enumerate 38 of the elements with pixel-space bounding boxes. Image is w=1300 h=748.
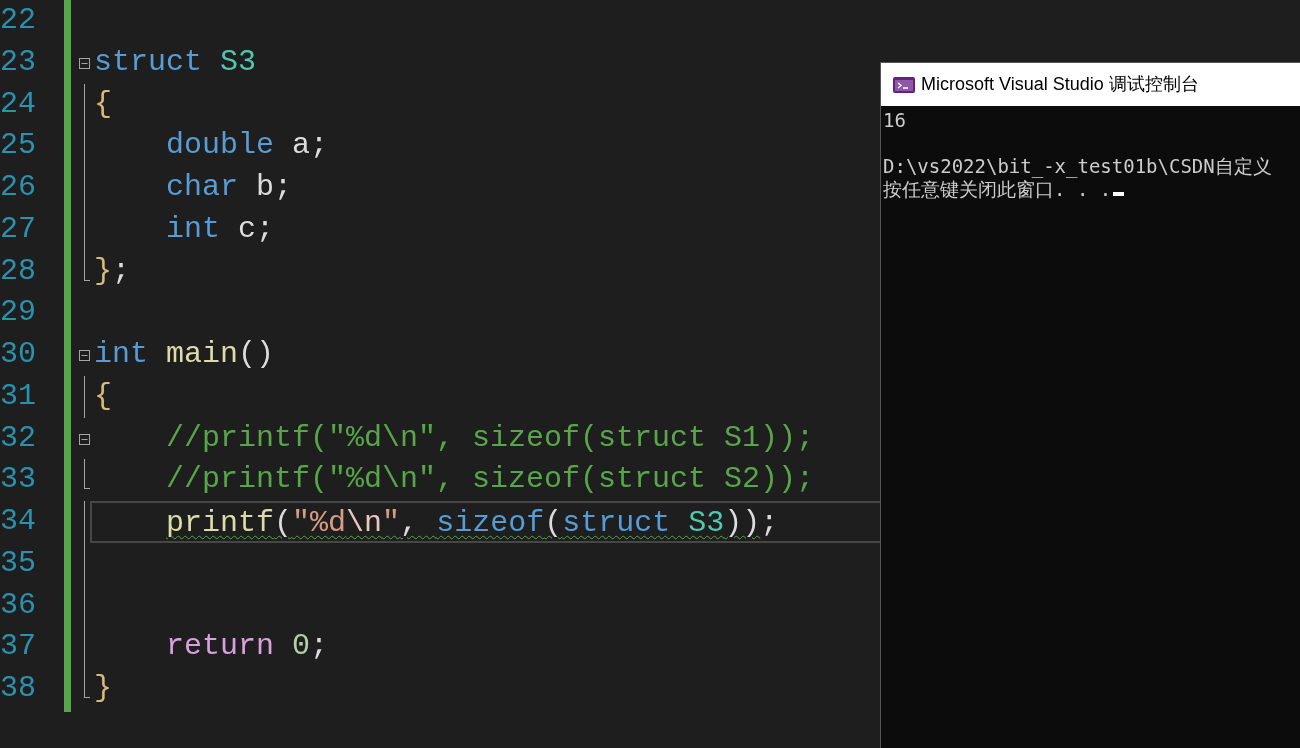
- line-number: 35: [0, 544, 36, 582]
- collapse-icon[interactable]: [78, 57, 90, 69]
- line-number: 26: [0, 169, 36, 206]
- code-line: {: [94, 86, 112, 121]
- line-number: 38: [0, 670, 36, 707]
- line-number: 36: [0, 586, 36, 624]
- code-line: }: [94, 671, 112, 705]
- code-line: printf("%d\n", sizeof(struct S3));: [165, 506, 779, 540]
- line-number: 27: [0, 210, 36, 248]
- collapse-icon[interactable]: [78, 433, 90, 445]
- console-icon: [893, 76, 915, 93]
- line-number: 37: [0, 628, 36, 666]
- line-number: 22: [0, 2, 36, 39]
- line-number: 33: [0, 461, 36, 499]
- code-line: int c;: [165, 211, 275, 246]
- window-title: Microsoft Visual Studio 调试控制台: [921, 73, 1199, 96]
- line-number: 29: [0, 294, 36, 332]
- line-number: 30: [0, 336, 36, 373]
- line-number: 34: [0, 503, 36, 540]
- console-output: D:\vs2022\bit_-x_test01b\CSDN自定义: [883, 155, 1272, 177]
- collapse-icon[interactable]: [78, 350, 90, 361]
- code-line: //printf("%d\n", sizeof(struct S2));: [165, 462, 815, 497]
- code-line: char b;: [165, 170, 293, 204]
- console-output: 按任意键关闭此窗口. . .: [883, 178, 1112, 200]
- code-line: struct S3: [94, 44, 257, 79]
- line-number: 23: [0, 43, 36, 81]
- console-output: 16: [883, 109, 906, 131]
- line-number: 31: [0, 377, 36, 415]
- code-line: return 0;: [165, 629, 329, 664]
- code-line: int main(): [94, 337, 275, 371]
- line-number: 25: [0, 127, 36, 165]
- line-number: 32: [0, 419, 36, 457]
- code-line: {: [94, 378, 112, 413]
- code-line: };: [94, 253, 131, 288]
- line-number: 24: [0, 85, 36, 123]
- code-line: double a;: [165, 128, 329, 163]
- line-number: 28: [0, 252, 36, 290]
- code-line: //printf("%d\n", sizeof(struct S1));: [165, 420, 815, 455]
